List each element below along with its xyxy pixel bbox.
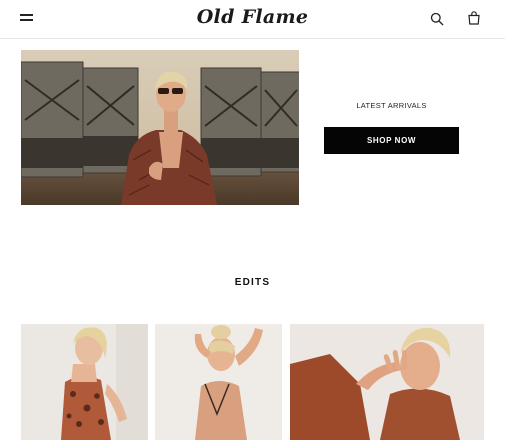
edit-card-image[interactable]: [155, 324, 282, 440]
latest-arrivals-label: LATEST ARRIVALS: [356, 101, 427, 110]
bag-icon[interactable]: [468, 11, 480, 25]
search-icon[interactable]: [430, 12, 444, 26]
hero-image[interactable]: [21, 50, 299, 205]
site-header: Old Flame: [0, 0, 505, 39]
edit-card-image[interactable]: [21, 324, 148, 440]
edit-card-image[interactable]: [290, 324, 484, 440]
edits-heading: EDITS: [234, 277, 271, 288]
shop-now-button[interactable]: SHOP NOW: [324, 127, 459, 154]
